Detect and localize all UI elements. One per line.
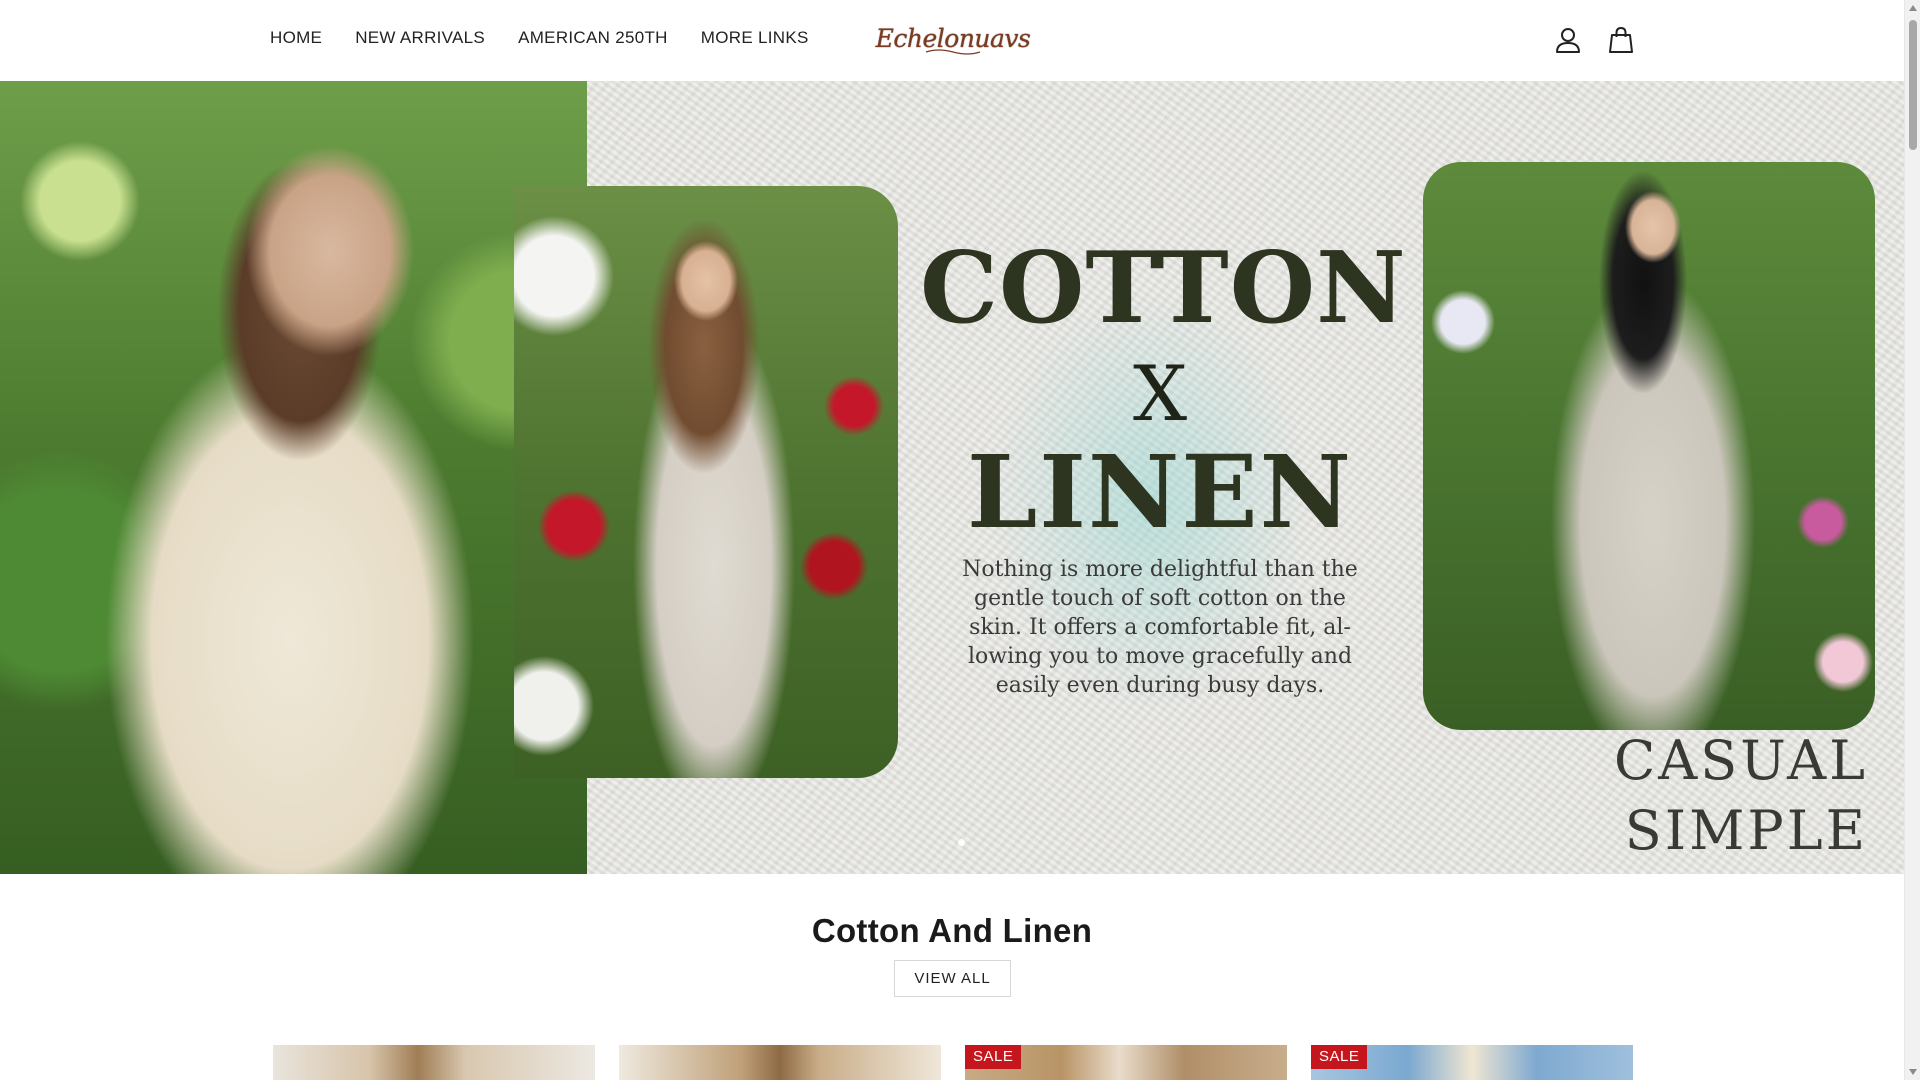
- sale-badge: SALE: [1311, 1045, 1368, 1069]
- scrollbar-thumb[interactable]: [1909, 20, 1917, 150]
- nav-new-arrivals[interactable]: NEW ARRIVALS: [355, 28, 485, 48]
- hero-tagline: CASUAL SIMPLE STYLE: [1408, 726, 1868, 874]
- product-image: [273, 1045, 595, 1080]
- product-image: [619, 1045, 941, 1080]
- hero-tagline-line1: CASUAL: [1613, 729, 1868, 792]
- scroll-up-arrow-icon[interactable]: [1909, 5, 1917, 11]
- hero-tagline-line2: SIMPLE STYLE: [1624, 799, 1868, 874]
- account-button[interactable]: [1554, 26, 1582, 54]
- site-logo[interactable]: Echelonuavs: [876, 18, 1031, 58]
- carousel-dot[interactable]: [957, 838, 966, 847]
- section-title: Cotton And Linen: [811, 912, 1093, 949]
- hero-photo-woman-linen-dress: [514, 186, 898, 778]
- main-nav: HOME NEW ARRIVALS AMERICAN 250TH MORE LI…: [270, 28, 842, 48]
- product-grid: SALE SALE: [273, 1045, 1633, 1080]
- hero-description: Nothing is more delightful than the gent…: [962, 557, 1358, 698]
- product-card[interactable]: SALE: [965, 1045, 1287, 1080]
- hero-title-linen: LINEN: [966, 433, 1354, 551]
- hero-title-x: X: [1132, 349, 1188, 438]
- shopping-bag-icon: [1609, 26, 1633, 53]
- site-header: HOME NEW ARRIVALS AMERICAN 250TH MORE LI…: [0, 0, 1904, 81]
- hero-banner[interactable]: COTTON X LINEN Nothing is more delightfu…: [0, 81, 1904, 874]
- product-card[interactable]: SALE: [1311, 1045, 1633, 1080]
- nav-more-links[interactable]: MORE LINKS: [701, 28, 809, 48]
- hero-photo-woman-linen-shirt: [0, 81, 587, 874]
- product-card[interactable]: [619, 1045, 941, 1080]
- hero-photo-woman-sleeveless-dress: [1423, 162, 1875, 730]
- nav-home[interactable]: HOME: [270, 28, 322, 48]
- cart-button[interactable]: [1607, 26, 1635, 54]
- scroll-down-arrow-icon[interactable]: [1909, 1069, 1917, 1075]
- logo-flourish-icon: [925, 49, 981, 55]
- sale-badge: SALE: [965, 1045, 1022, 1069]
- view-all-button[interactable]: VIEW ALL: [894, 960, 1011, 997]
- hero-title-cotton: COTTON: [920, 231, 1407, 346]
- user-icon: [1556, 28, 1580, 53]
- nav-american-250th[interactable]: AMERICAN 250TH: [518, 28, 668, 48]
- page-scrollbar[interactable]: [1904, 0, 1920, 1080]
- product-card[interactable]: [273, 1045, 595, 1080]
